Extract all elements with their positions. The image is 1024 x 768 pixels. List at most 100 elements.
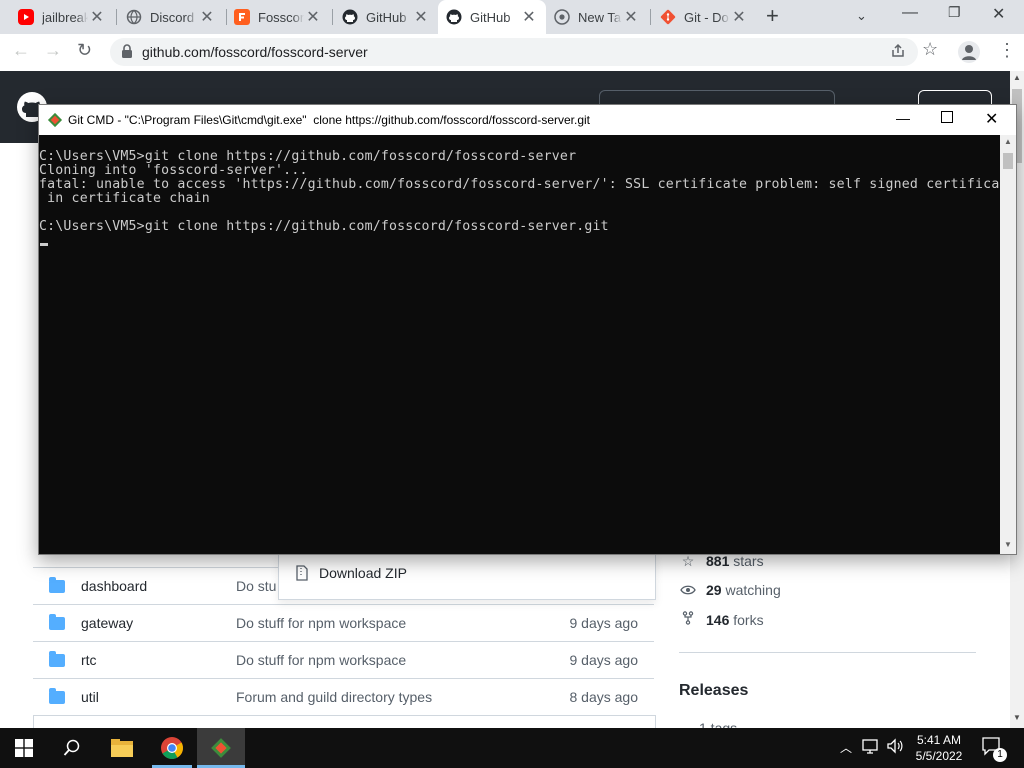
console-line: in certificate chain xyxy=(39,191,210,206)
watching-count: 29 xyxy=(706,582,722,598)
scroll-up-arrow-icon[interactable]: ▲ xyxy=(1013,73,1021,82)
stars-stat[interactable]: ☆ 881 stars xyxy=(680,553,764,570)
tab-fosscord[interactable]: Fosscord ✕ xyxy=(226,0,330,34)
folder-icon xyxy=(49,688,65,704)
chrome-taskbar-button[interactable] xyxy=(148,728,196,768)
tab-close-icon[interactable]: ✕ xyxy=(304,7,322,27)
file-name[interactable]: dashboard xyxy=(81,578,147,594)
scrollbar-thumb[interactable] xyxy=(1003,153,1013,169)
commit-message[interactable]: Do stu xyxy=(236,578,276,594)
url-text[interactable]: github.com/fosscord/fosscord-server xyxy=(142,44,368,60)
file-name[interactable]: util xyxy=(81,689,99,705)
tab-close-icon[interactable]: ✕ xyxy=(520,7,538,27)
folder-icon xyxy=(49,651,65,667)
tab-title: GitHub xyxy=(366,9,407,25)
git-cmd-icon xyxy=(211,738,231,758)
restore-icon[interactable]: ❐ xyxy=(948,4,961,21)
tab-search-chevron-icon[interactable]: ⌄ xyxy=(856,8,867,24)
cmd-scrollbar[interactable]: ▲ ▼ xyxy=(1000,135,1016,554)
github-icon xyxy=(342,9,358,25)
cmd-close-icon[interactable]: ✕ xyxy=(985,109,998,129)
tab-title: New Tab xyxy=(578,9,622,25)
releases-heading[interactable]: Releases xyxy=(679,682,748,700)
scroll-up-arrow-icon[interactable]: ▲ xyxy=(1004,137,1012,146)
watching-label: watching xyxy=(725,582,781,598)
tab-close-icon[interactable]: ✕ xyxy=(622,7,640,27)
zip-file-icon xyxy=(295,565,309,586)
back-arrow-icon[interactable]: ← xyxy=(12,40,30,61)
tab-new-tab[interactable]: New Tab ✕ xyxy=(546,0,648,34)
table-row[interactable]: rtc Do stuff for npm workspace 9 days ag… xyxy=(33,641,654,679)
taskbar-search-button[interactable] xyxy=(48,728,96,768)
file-name[interactable]: gateway xyxy=(81,615,133,631)
close-window-icon[interactable]: ✕ xyxy=(992,4,1005,24)
start-button[interactable] xyxy=(0,728,48,768)
cmd-titlebar[interactable]: Git CMD - "C:\Program Files\Git\cmd\git.… xyxy=(39,105,1016,135)
tags-link-clipped[interactable]: 1 tags xyxy=(679,720,799,728)
globe-icon xyxy=(126,9,142,25)
tab-close-icon[interactable]: ✕ xyxy=(730,7,748,27)
windows-taskbar: ︿ 5:41 AM 5/5/2022 1 xyxy=(0,728,1024,768)
table-row[interactable]: util Forum and guild directory types 8 d… xyxy=(33,678,654,716)
forward-arrow-icon[interactable]: → xyxy=(44,40,62,61)
download-zip-menu: Download ZIP xyxy=(278,553,656,600)
new-tab-plus-icon[interactable]: + xyxy=(766,3,779,29)
bookmark-star-icon[interactable]: ☆ xyxy=(922,39,938,60)
profile-avatar-icon[interactable] xyxy=(958,41,980,63)
git-cmd-taskbar-button[interactable] xyxy=(197,728,245,768)
tab-title: Fosscord xyxy=(258,9,304,25)
scroll-down-arrow-icon[interactable]: ▼ xyxy=(1013,713,1021,722)
tab-discord[interactable]: Discord ✕ xyxy=(118,0,224,34)
tab-youtube[interactable]: jailbreak ✕ xyxy=(10,0,114,34)
minimize-icon[interactable]: — xyxy=(902,4,918,22)
tab-close-icon[interactable]: ✕ xyxy=(88,7,106,27)
table-row[interactable]: gateway Do stuff for npm workspace 9 day… xyxy=(33,604,654,642)
tab-github-1[interactable]: GitHub ✕ xyxy=(334,0,438,34)
youtube-icon xyxy=(18,9,34,25)
chrome-icon xyxy=(161,737,183,759)
share-icon[interactable] xyxy=(890,43,906,64)
commit-message[interactable]: Do stuff for npm workspace xyxy=(236,652,406,668)
tab-title: Discord xyxy=(150,9,195,25)
browser-tab-strip: jailbreak ✕ Discord ✕ Fosscord ✕ GitHub … xyxy=(0,0,1024,34)
forks-count: 146 xyxy=(706,612,730,628)
console-line: C:\Users\VM5>git clone https://github.co… xyxy=(39,149,577,164)
browser-toolbar: ← → ↻ github.com/fosscord/fosscord-serve… xyxy=(0,34,1024,72)
commit-message[interactable]: Do stuff for npm workspace xyxy=(236,615,406,631)
scroll-down-arrow-icon[interactable]: ▼ xyxy=(1004,540,1012,549)
tab-close-icon[interactable]: ✕ xyxy=(198,7,216,27)
cmd-minimize-icon[interactable]: — xyxy=(896,110,910,126)
tab-close-icon[interactable]: ✕ xyxy=(412,7,430,27)
commit-message[interactable]: Forum and guild directory types xyxy=(236,689,432,705)
clock-time: 5:41 AM xyxy=(916,733,962,747)
windows-logo-icon xyxy=(15,739,33,757)
console-line: Cloning into 'fosscord-server'... xyxy=(39,163,308,178)
tags-count: 1 tags xyxy=(699,720,738,728)
tab-title: GitHub xyxy=(470,9,511,25)
chrome-menu-icon[interactable]: ⋮ xyxy=(998,40,1016,61)
tab-git-docs[interactable]: Git - Do ✕ xyxy=(652,0,756,34)
volume-icon[interactable] xyxy=(886,737,904,758)
network-icon[interactable] xyxy=(862,738,880,757)
file-name[interactable]: rtc xyxy=(81,652,97,668)
watching-stat[interactable]: 29 watching xyxy=(680,582,781,598)
git-cmd-window[interactable]: Git CMD - "C:\Program Files\Git\cmd\git.… xyxy=(38,104,1017,555)
commit-age: 9 days ago xyxy=(569,615,639,631)
console-line: C:\Users\VM5>git clone https://github.co… xyxy=(39,219,609,234)
clock[interactable]: 5:41 AM 5/5/2022 xyxy=(904,732,974,764)
tab-github-active[interactable]: GitHub ✕ xyxy=(438,0,546,34)
cmd-console-output[interactable]: C:\Users\VM5>git clone https://github.co… xyxy=(39,135,1000,554)
lock-icon[interactable] xyxy=(121,44,133,63)
address-bar[interactable]: github.com/fosscord/fosscord-server xyxy=(110,38,918,66)
reload-icon[interactable]: ↻ xyxy=(77,40,92,61)
forks-label: forks xyxy=(733,612,764,628)
forks-stat[interactable]: 146 forks xyxy=(680,611,764,628)
cmd-maximize-icon[interactable] xyxy=(941,111,953,123)
stars-label: stars xyxy=(733,553,764,569)
file-explorer-button[interactable] xyxy=(98,728,146,768)
search-icon xyxy=(63,739,80,756)
download-zip-link[interactable]: Download ZIP xyxy=(319,565,407,581)
tray-overflow-chevron-icon[interactable]: ︿ xyxy=(840,739,852,756)
folder-icon xyxy=(49,614,65,630)
text-cursor xyxy=(40,243,48,246)
